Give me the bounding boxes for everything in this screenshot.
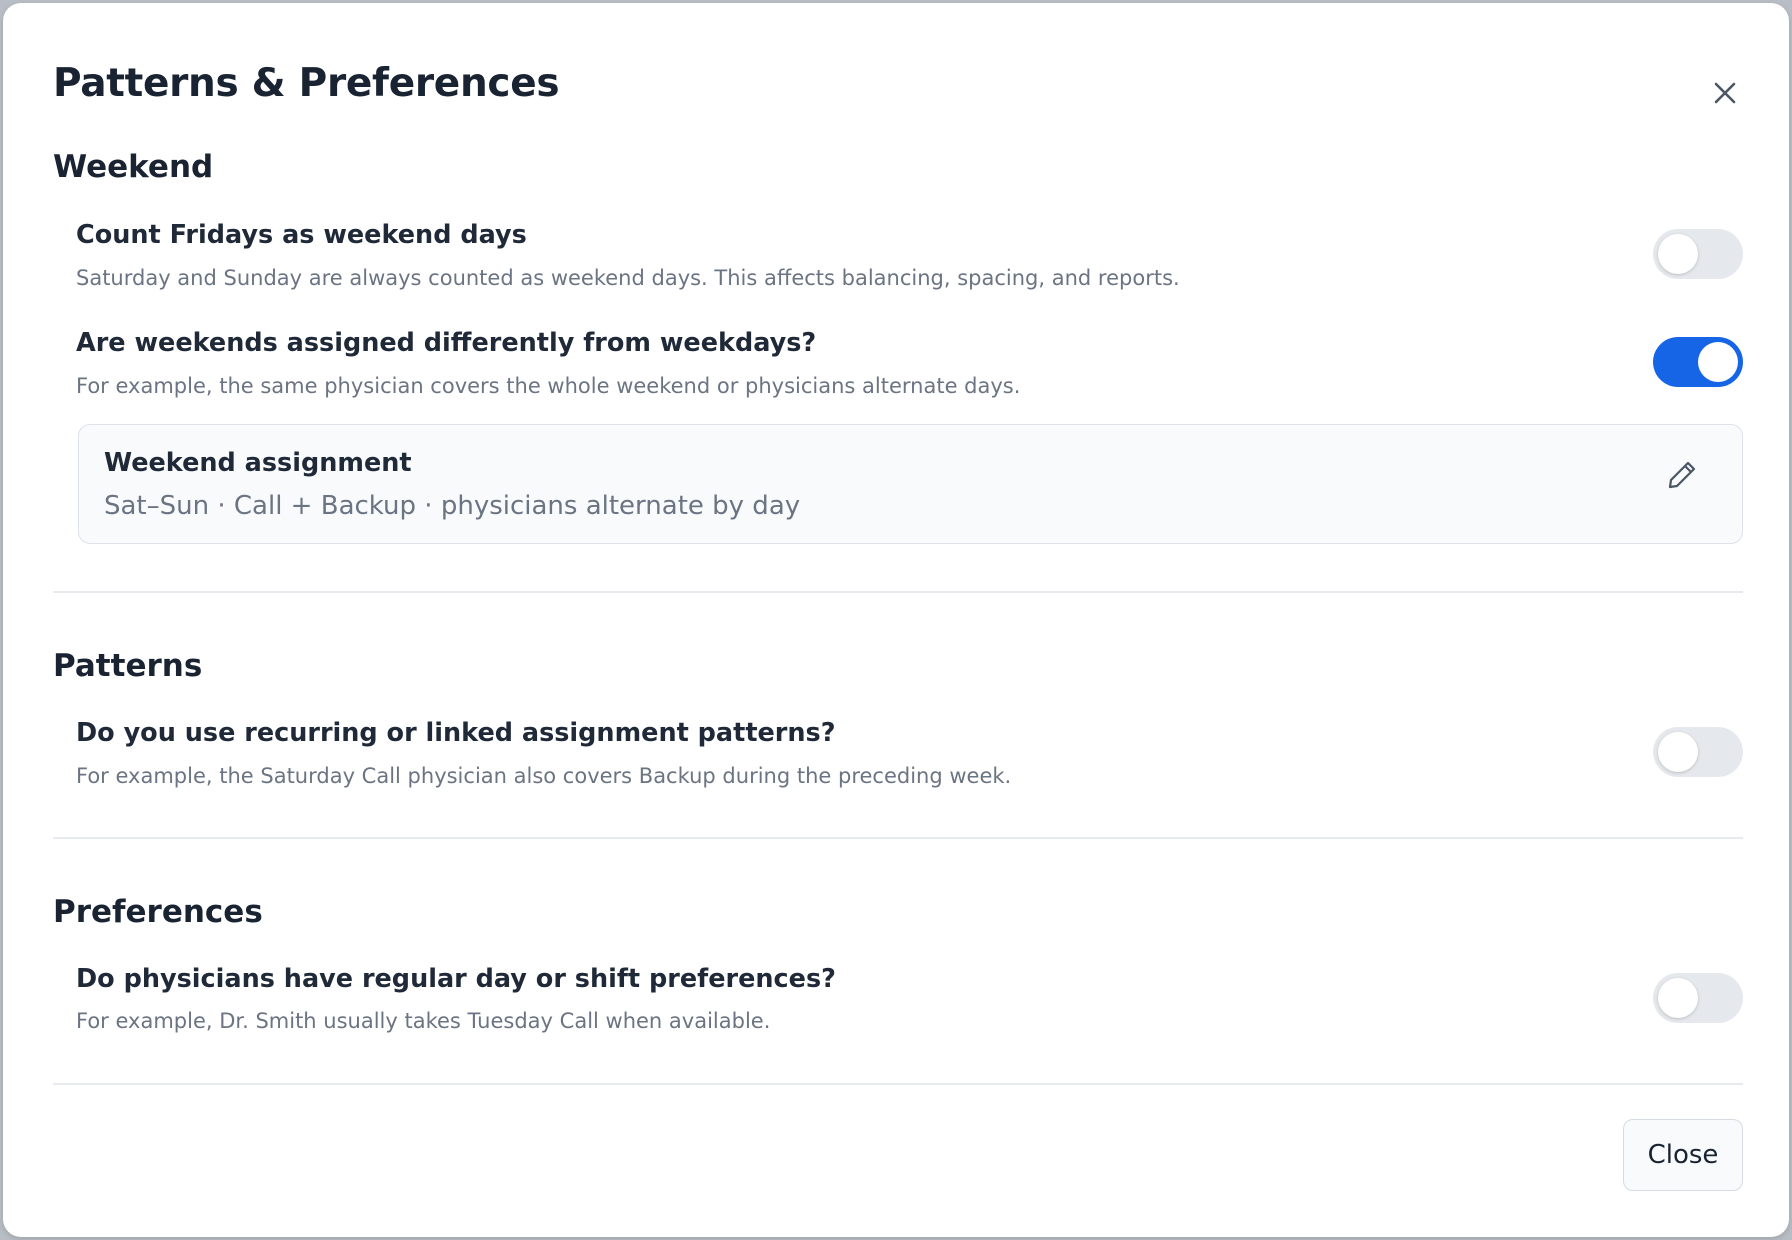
- toggle-knob: [1658, 732, 1698, 772]
- section-heading-preferences: Preferences: [53, 894, 263, 930]
- section-heading-patterns: Patterns: [53, 648, 203, 684]
- close-icon-glyph: [1714, 82, 1736, 104]
- weekend-assignment-summary: Sat–Sun · Call + Backup · physicians alt…: [104, 491, 801, 521]
- weekends-different-description: For example, the same physician covers t…: [76, 374, 1021, 398]
- toggle-knob: [1658, 978, 1698, 1018]
- recurring-patterns-toggle[interactable]: [1653, 727, 1743, 777]
- patterns-preferences-dialog: Patterns & Preferences Weekend Count Fri…: [3, 3, 1789, 1237]
- fridays-weekend-title: Count Fridays as weekend days: [76, 220, 527, 250]
- regular-preferences-toggle[interactable]: [1653, 973, 1743, 1023]
- weekends-different-title: Are weekends assigned differently from w…: [76, 328, 817, 358]
- dialog-title: Patterns & Preferences: [53, 61, 560, 106]
- fridays-weekend-description: Saturday and Sunday are always counted a…: [76, 266, 1180, 290]
- weekend-assignment-title: Weekend assignment: [104, 448, 412, 478]
- pencil-icon[interactable]: [1662, 455, 1702, 495]
- section-heading-weekend: Weekend: [53, 149, 214, 185]
- recurring-patterns-title: Do you use recurring or linked assignmen…: [76, 718, 836, 748]
- section-divider: [53, 837, 1743, 839]
- footer-divider: [53, 1083, 1743, 1085]
- weekend-assignment-card: Weekend assignment Sat–Sun · Call + Back…: [78, 424, 1743, 544]
- regular-preferences-description: For example, Dr. Smith usually takes Tue…: [76, 1009, 771, 1033]
- fridays-weekend-toggle[interactable]: [1653, 229, 1743, 279]
- section-divider: [53, 591, 1743, 593]
- close-icon[interactable]: [1707, 75, 1743, 111]
- regular-preferences-title: Do physicians have regular day or shift …: [76, 964, 836, 994]
- toggle-knob: [1658, 234, 1698, 274]
- close-button[interactable]: Close: [1623, 1119, 1743, 1191]
- weekends-different-toggle[interactable]: [1653, 337, 1743, 387]
- recurring-patterns-description: For example, the Saturday Call physician…: [76, 764, 1012, 788]
- toggle-knob: [1698, 342, 1738, 382]
- pencil-icon-glyph: [1668, 461, 1696, 489]
